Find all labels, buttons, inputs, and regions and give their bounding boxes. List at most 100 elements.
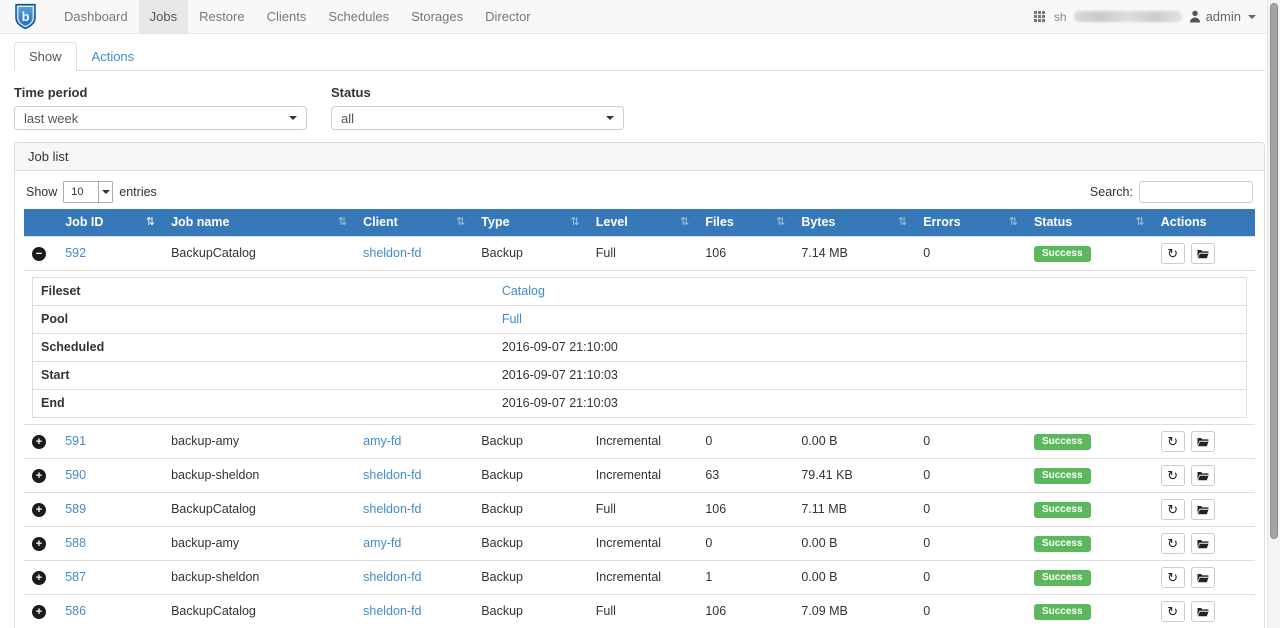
sort-icon: ⇅ (1009, 215, 1018, 230)
sort-icon: ⇅ (1136, 215, 1145, 230)
column-header-client[interactable]: Client⇅ (355, 209, 473, 237)
search-input[interactable] (1139, 181, 1253, 203)
column-label: Job ID (65, 215, 103, 230)
status-select[interactable]: all (331, 106, 624, 130)
expand-toggle-icon[interactable]: + (32, 503, 46, 517)
table-row: + 588 backup-amy amy-fd Backup Increment… (24, 527, 1255, 561)
job-files-button[interactable] (1191, 601, 1215, 622)
sort-icon: ⇅ (898, 215, 907, 230)
column-header-job-name[interactable]: Job name⇅ (163, 209, 355, 237)
rerun-job-button[interactable]: ↻ (1161, 601, 1185, 622)
chevron-down-icon (1248, 15, 1256, 19)
column-label: Bytes (801, 215, 835, 230)
pool-link[interactable]: Full (502, 312, 522, 326)
column-header-type[interactable]: Type⇅ (473, 209, 587, 237)
entries-select[interactable]: 10 (63, 181, 113, 203)
rerun-icon: ↻ (1167, 503, 1178, 516)
column-header-level[interactable]: Level⇅ (588, 209, 698, 237)
job-name-cell: backup-amy (163, 425, 355, 459)
job-table: Job ID⇅ Job name⇅ Client⇅ Type⇅ Level⇅ F… (24, 209, 1255, 628)
rerun-job-button[interactable]: ↻ (1161, 567, 1185, 588)
job-files-button[interactable] (1191, 465, 1215, 486)
client-link[interactable]: amy-fd (363, 434, 401, 448)
job-id-link[interactable]: 592 (65, 246, 86, 260)
job-files-button[interactable] (1191, 243, 1215, 264)
errors-cell: 0 (915, 527, 1026, 561)
scrollbar-thumb[interactable] (1270, 3, 1278, 539)
tab-show[interactable]: Show (14, 42, 77, 71)
client-link[interactable]: sheldon-fd (363, 604, 421, 618)
client-link[interactable]: sheldon-fd (363, 502, 421, 516)
expand-toggle-icon[interactable]: + (32, 537, 46, 551)
time-period-value: last week (24, 111, 78, 126)
column-header-files[interactable]: Files⇅ (697, 209, 793, 237)
search-label: Search: (1090, 185, 1133, 199)
client-link[interactable]: sheldon-fd (363, 468, 421, 482)
rerun-job-button[interactable]: ↻ (1161, 499, 1185, 520)
vertical-scrollbar[interactable] (1267, 0, 1280, 628)
job-detail-row: Fileset Catalog Pool Full Scheduled 2016… (24, 271, 1255, 425)
files-cell: 106 (697, 237, 793, 271)
status-badge: Success (1034, 434, 1091, 450)
rerun-job-button[interactable]: ↻ (1161, 243, 1185, 264)
expand-toggle-icon[interactable]: + (32, 435, 46, 449)
type-cell: Backup (473, 561, 587, 595)
status-label: Status (331, 85, 624, 100)
errors-cell: 0 (915, 493, 1026, 527)
expand-toggle-icon[interactable]: + (32, 469, 46, 483)
rerun-job-button[interactable]: ↻ (1161, 465, 1185, 486)
job-files-button[interactable] (1191, 567, 1215, 588)
tab-actions[interactable]: Actions (77, 42, 150, 71)
nav-item-schedules[interactable]: Schedules (317, 0, 400, 33)
files-cell: 1 (697, 561, 793, 595)
rerun-job-button[interactable]: ↻ (1161, 533, 1185, 554)
column-label: Actions (1161, 215, 1207, 230)
job-id-link[interactable]: 591 (65, 434, 86, 448)
expand-toggle-icon[interactable]: + (32, 605, 46, 619)
nav-item-clients[interactable]: Clients (256, 0, 318, 33)
level-cell: Incremental (588, 459, 698, 493)
page-length-control: Show 10 entries (26, 181, 157, 203)
column-header-job-id[interactable]: Job ID⇅ (57, 209, 163, 237)
client-link[interactable]: amy-fd (363, 536, 401, 550)
user-menu[interactable]: admin (1189, 9, 1256, 24)
expand-toggle-icon[interactable]: + (32, 571, 46, 585)
job-files-button[interactable] (1191, 499, 1215, 520)
job-id-link[interactable]: 586 (65, 604, 86, 618)
job-files-button[interactable] (1191, 431, 1215, 452)
job-id-link[interactable]: 590 (65, 468, 86, 482)
job-id-link[interactable]: 589 (65, 502, 86, 516)
table-row: + 586 BackupCatalog sheldon-fd Backup Fu… (24, 595, 1255, 628)
files-cell: 106 (697, 493, 793, 527)
nav-item-restore[interactable]: Restore (188, 0, 256, 33)
nav-item-dashboard[interactable]: Dashboard (53, 0, 139, 33)
fileset-link[interactable]: Catalog (502, 284, 545, 298)
entries-value: 10 (64, 186, 98, 198)
nav-item-director[interactable]: Director (474, 0, 542, 33)
sort-icon: ⇅ (776, 215, 785, 230)
job-id-link[interactable]: 587 (65, 570, 86, 584)
job-detail-table: Fileset Catalog Pool Full Scheduled 2016… (32, 277, 1247, 418)
column-header-errors[interactable]: Errors⇅ (915, 209, 1026, 237)
open-folder-icon (1197, 505, 1209, 515)
rerun-job-button[interactable]: ↻ (1161, 431, 1185, 452)
expand-toggle-icon[interactable]: − (32, 247, 46, 261)
page: b Dashboard Jobs Restore Clients Schedul… (0, 0, 1280, 628)
column-header-bytes[interactable]: Bytes ⇅ (793, 209, 915, 237)
time-period-select[interactable]: last week (14, 106, 307, 130)
brand-logo[interactable]: b (14, 0, 37, 33)
job-id-link[interactable]: 588 (65, 536, 86, 550)
open-folder-icon (1197, 539, 1209, 549)
search-control: Search: (1090, 181, 1253, 203)
redacted-hostname (1074, 11, 1182, 22)
status-value: all (341, 111, 354, 126)
rerun-icon: ↻ (1167, 571, 1178, 584)
nav-item-storages[interactable]: Storages (400, 0, 474, 33)
page-tabs: Show Actions (14, 42, 1265, 71)
job-files-button[interactable] (1191, 533, 1215, 554)
nav-item-jobs[interactable]: Jobs (139, 0, 188, 33)
grid-icon (1034, 11, 1045, 22)
column-header-status[interactable]: Status⇅ (1026, 209, 1153, 237)
client-link[interactable]: sheldon-fd (363, 246, 421, 260)
client-link[interactable]: sheldon-fd (363, 570, 421, 584)
